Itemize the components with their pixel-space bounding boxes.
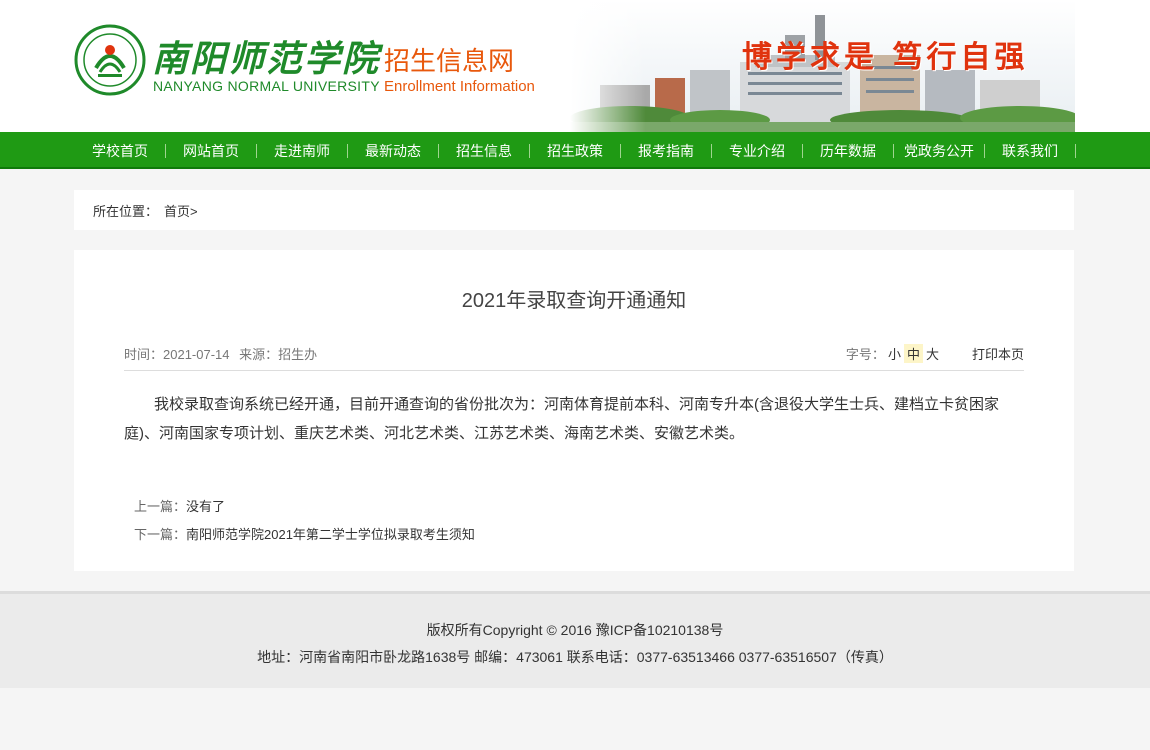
nav-item-public-affairs[interactable]: 党政务公开 [894, 132, 985, 169]
nav-link[interactable]: 走进南师 [257, 141, 347, 161]
site-header: 南阳师范学院 NANYANG NORMAL UNIVERSITY 招生信息网 E… [0, 0, 1150, 132]
font-size-large-button[interactable]: 大 [923, 344, 942, 363]
university-motto: 博学求是 笃行自强 [742, 40, 1029, 75]
font-size-small-button[interactable]: 小 [885, 344, 904, 363]
site-name-cn: 招生信息网 [384, 46, 515, 76]
footer-copyright: 版权所有Copyright © 2016 豫ICP备10210138号 [426, 622, 724, 638]
breadcrumb: 所在位置： 首页> [74, 190, 1074, 230]
article-time: 时间：2021-07-14 [124, 347, 230, 362]
site-name-en: Enrollment Information [384, 78, 535, 95]
nav-item-news[interactable]: 最新动态 [348, 132, 439, 169]
nav-item-site-home[interactable]: 网站首页 [166, 132, 257, 169]
prev-label: 上一篇： [134, 499, 187, 514]
font-size-label: 字号： [845, 347, 885, 362]
nav-item-admission-policy[interactable]: 招生政策 [530, 132, 621, 169]
article-title: 2021年录取查询开通通知 [461, 290, 687, 312]
nav-link[interactable]: 最新动态 [348, 141, 438, 161]
next-article-link[interactable]: 南阳师范学院2021年第二学士学位拟录取考生须知 [186, 527, 475, 542]
prev-article: 上一篇：没有了 [134, 493, 475, 521]
next-label: 下一篇： [134, 527, 187, 542]
nav-item-majors[interactable]: 专业介绍 [712, 132, 803, 169]
nav-link[interactable]: 招生信息 [439, 141, 529, 161]
university-emblem-icon[interactable] [74, 24, 146, 96]
breadcrumb-label: 所在位置： [93, 203, 159, 219]
nav-item-about[interactable]: 走进南师 [257, 132, 348, 169]
print-page-button[interactable]: 打印本页 [972, 344, 1024, 363]
prev-article-link[interactable]: 没有了 [186, 499, 225, 514]
article-panel: 2021年录取查询开通通知 时间：2021-07-14 来源：招生办 字号： 小… [74, 250, 1074, 571]
nav-link[interactable]: 报考指南 [621, 141, 711, 161]
nav-link[interactable]: 历年数据 [803, 141, 893, 161]
article-source: 来源：招生办 [239, 347, 318, 362]
nav-link[interactable]: 招生政策 [530, 141, 620, 161]
nav-divider [1075, 143, 1076, 158]
footer-address: 地址：河南省南阳市卧龙路1638号 邮编：473061 联系电话：0377-63… [257, 649, 893, 665]
prev-next-nav: 上一篇：没有了 下一篇：南阳师范学院2021年第二学士学位拟录取考生须知 [134, 493, 475, 549]
nav-link[interactable]: 网站首页 [166, 141, 256, 161]
nav-link[interactable]: 党政务公开 [894, 141, 984, 161]
university-name-en: NANYANG NORMAL UNIVERSITY [153, 78, 380, 94]
font-size-medium-button[interactable]: 中 [903, 344, 923, 363]
site-footer: 版权所有Copyright © 2016 豫ICP备10210138号 地址：河… [0, 591, 1150, 688]
nav-item-history-data[interactable]: 历年数据 [803, 132, 894, 169]
breadcrumb-home-link[interactable]: 首页> [164, 201, 198, 220]
article-meta: 时间：2021-07-14 来源：招生办 字号： 小 中 大 打印本页 [124, 344, 1024, 371]
nav-item-guide[interactable]: 报考指南 [621, 132, 712, 169]
nav-link[interactable]: 联系我们 [985, 141, 1075, 161]
next-article: 下一篇：南阳师范学院2021年第二学士学位拟录取考生须知 [134, 521, 475, 549]
nav-item-school-home[interactable]: 学校首页 [75, 132, 166, 169]
nav-item-contact[interactable]: 联系我们 [985, 132, 1076, 169]
nav-link[interactable]: 学校首页 [75, 141, 165, 161]
article-body: 我校录取查询系统已经开通，目前开通查询的省份批次为：河南体育提前本科、河南专升本… [124, 396, 1000, 442]
main-nav: 学校首页 网站首页 走进南师 最新动态 招生信息 招生政策 报考指南 专业介绍 … [0, 132, 1150, 169]
nav-item-admission-info[interactable]: 招生信息 [439, 132, 530, 169]
university-name-cn: 南阳师范学院 [152, 38, 381, 80]
nav-link[interactable]: 专业介绍 [712, 141, 802, 161]
